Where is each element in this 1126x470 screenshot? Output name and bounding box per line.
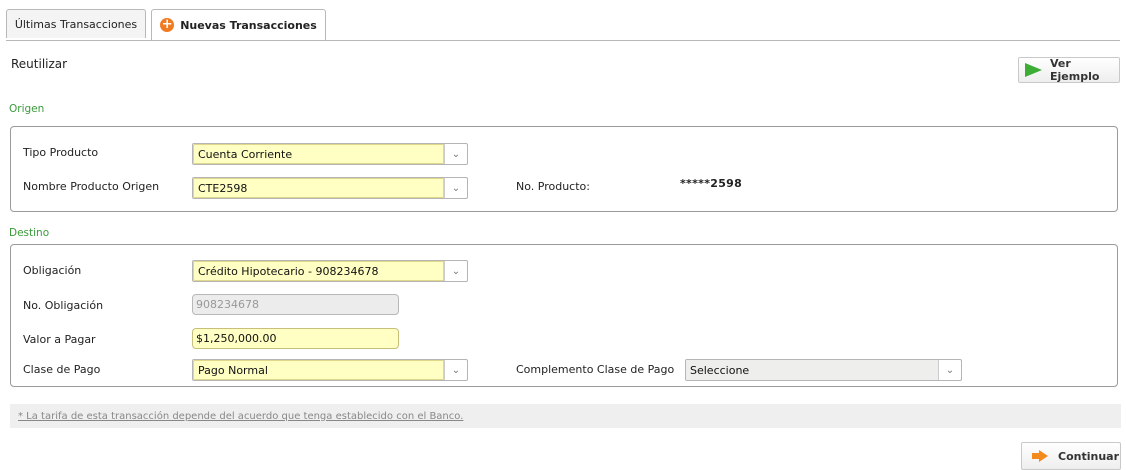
obligacion-label: Obligación (23, 264, 82, 277)
no-obligacion-label: No. Obligación (23, 299, 104, 312)
tab-nuevas-transacciones[interactable]: + Nuevas Transacciones (151, 9, 326, 40)
tipo-producto-value: Cuenta Corriente (193, 144, 444, 164)
continuar-label: Continuar (1058, 449, 1119, 463)
no-producto-label: No. Producto: (516, 180, 590, 193)
clase-pago-value: Pago Normal (193, 360, 444, 380)
chevron-down-icon[interactable]: ⌄ (938, 360, 961, 380)
tarifa-note[interactable]: * La tarifa de esta transacción depende … (10, 404, 1121, 428)
no-producto-value: *****2598 (680, 177, 743, 190)
chevron-down-icon[interactable]: ⌄ (444, 144, 467, 164)
chevron-down-icon[interactable]: ⌄ (444, 261, 467, 281)
origen-panel: Tipo Producto Cuenta Corriente ⌄ Nombre … (10, 126, 1118, 212)
nombre-producto-select[interactable]: CTE2598 ⌄ (192, 177, 468, 199)
tab-label: Últimas Transacciones (14, 17, 138, 31)
chevron-down-icon[interactable]: ⌄ (444, 178, 467, 198)
ver-ejemplo-label: Ver Ejemplo (1050, 57, 1100, 83)
clase-pago-label: Clase de Pago (23, 363, 101, 376)
ver-ejemplo-button[interactable]: Ver Ejemplo (1018, 57, 1120, 83)
complemento-label: Complemento Clase de Pago (516, 363, 675, 376)
destino-section-title: Destino (9, 227, 50, 239)
valor-pagar-label: Valor a Pagar (23, 333, 96, 346)
tipo-producto-select[interactable]: Cuenta Corriente ⌄ (192, 143, 468, 165)
tipo-producto-label: Tipo Producto (23, 146, 99, 159)
complemento-value: Seleccione (686, 360, 938, 380)
play-icon (1025, 63, 1042, 77)
nombre-producto-value: CTE2598 (193, 178, 444, 198)
complemento-select[interactable]: Seleccione ⌄ (685, 359, 962, 381)
tarifa-note-text: * La tarifa de esta transacción depende … (18, 410, 464, 422)
tab-ultimas-transacciones[interactable]: Últimas Transacciones (6, 9, 146, 38)
obligacion-value: Crédito Hipotecario - 908234678 (193, 261, 444, 281)
plus-circle-icon: + (160, 17, 175, 32)
clase-pago-select[interactable]: Pago Normal ⌄ (192, 359, 468, 381)
valor-pagar-field[interactable]: $1,250,000.00 (192, 328, 399, 349)
reutilizar-label: Reutilizar (11, 57, 68, 71)
destino-panel: Obligación Crédito Hipotecario - 9082346… (10, 244, 1118, 387)
chevron-down-icon[interactable]: ⌄ (444, 360, 467, 380)
no-obligacion-field: 908234678 (192, 294, 399, 315)
tab-label: Nuevas Transacciones (180, 18, 317, 32)
arrow-right-icon (1032, 450, 1048, 462)
obligacion-select[interactable]: Crédito Hipotecario - 908234678 ⌄ (192, 260, 468, 282)
origen-section-title: Origen (9, 103, 45, 115)
nombre-producto-label: Nombre Producto Origen (23, 180, 160, 193)
tab-bar: Últimas Transacciones + Nuevas Transacci… (6, 9, 1120, 41)
